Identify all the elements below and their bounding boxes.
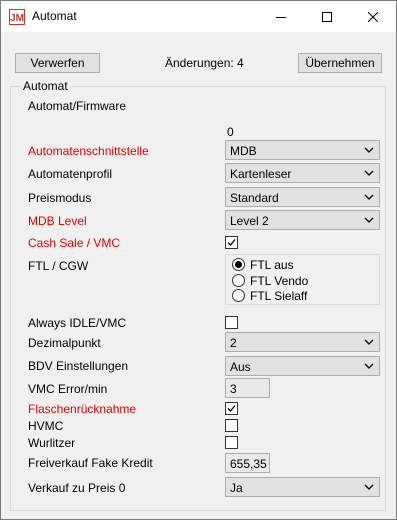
pricemode-select[interactable]: Standard: [225, 187, 380, 207]
interface-select[interactable]: MDB: [225, 140, 380, 160]
app-logo-icon: JM: [9, 9, 25, 25]
decimal-select[interactable]: 2: [225, 332, 380, 352]
radio-selected-dot: [235, 261, 242, 268]
profile-select[interactable]: Kartenleser: [225, 163, 380, 183]
maximize-icon: [322, 11, 332, 22]
minimize-button[interactable]: [258, 1, 304, 32]
sellzero-select[interactable]: Ja: [225, 477, 380, 497]
freevend-input[interactable]: 655,35: [225, 453, 270, 473]
bottlereturn-checkbox[interactable]: [225, 402, 238, 415]
window-title: Automat: [32, 9, 77, 23]
checkmark-icon: [227, 405, 236, 412]
chevron-down-icon: [364, 170, 374, 176]
groupbox-title: Automat: [21, 79, 70, 93]
freevend-label: Freiverkauf Fake Kredit: [28, 456, 153, 470]
chevron-down-icon: [364, 147, 374, 153]
chevron-down-icon: [364, 339, 374, 345]
interface-value: MDB: [230, 144, 257, 158]
maximize-button[interactable]: [304, 1, 350, 32]
firmware-label: Automat/Firmware: [28, 99, 127, 113]
ftl-label: FTL / CGW: [28, 259, 89, 273]
changes-count: Änderungen: 4: [165, 56, 244, 70]
ftl-off-radio[interactable]: [232, 258, 245, 271]
alwaysidle-checkbox[interactable]: [225, 316, 238, 329]
minimize-icon: [276, 16, 286, 18]
wurlitzer-checkbox[interactable]: [225, 436, 238, 449]
hvmc-checkbox[interactable]: [225, 419, 238, 432]
hvmc-label: HVMC: [28, 419, 64, 433]
profile-value: Kartenleser: [230, 167, 292, 181]
svg-text:JM: JM: [10, 13, 24, 24]
ftl-off-label[interactable]: FTL aus: [250, 258, 294, 272]
pricemode-value: Standard: [230, 191, 279, 205]
automat-window: JM Automat Verwerfen Änderungen: 4 Übern…: [0, 0, 397, 520]
ftl-vendo-label[interactable]: FTL Vendo: [250, 274, 308, 288]
close-icon: [368, 11, 378, 22]
profile-label: Automatenprofil: [28, 167, 113, 181]
mdblevel-label: MDB Level: [28, 214, 87, 228]
pricemode-label: Preismodus: [28, 191, 92, 205]
chevron-down-icon: [364, 194, 374, 200]
alwaysidle-label: Always IDLE/VMC: [28, 316, 127, 330]
bdv-select[interactable]: Aus: [225, 356, 380, 376]
close-button[interactable]: [350, 1, 396, 32]
sellzero-value: Ja: [230, 481, 243, 495]
ftl-sielaff-label[interactable]: FTL Sielaff: [250, 289, 307, 303]
chevron-down-icon: [364, 484, 374, 490]
bottlereturn-label: Flaschenrücknahme: [28, 402, 137, 416]
chevron-down-icon: [364, 363, 374, 369]
title-bar[interactable]: JM Automat: [1, 1, 396, 32]
sellzero-label: Verkauf zu Preis 0: [28, 481, 126, 495]
bdv-label: BDV Einstellungen: [28, 359, 129, 373]
mdblevel-select[interactable]: Level 2: [225, 210, 380, 230]
ftl-sielaff-radio[interactable]: [232, 289, 245, 302]
chevron-down-icon: [364, 217, 374, 223]
discard-button[interactable]: Verwerfen: [15, 53, 100, 73]
decimal-label: Dezimalpunkt: [28, 336, 101, 350]
cashsale-checkbox[interactable]: [225, 236, 238, 249]
checkmark-icon: [227, 239, 236, 246]
firmware-value: 0: [227, 125, 234, 139]
interface-label: Automatenschnittstelle: [28, 144, 149, 158]
mdblevel-value: Level 2: [230, 214, 269, 228]
apply-button[interactable]: Übernehmen: [298, 53, 382, 73]
cashsale-label: Cash Sale / VMC: [28, 236, 121, 250]
bdv-value: Aus: [230, 360, 251, 374]
decimal-value: 2: [230, 336, 237, 350]
ftl-vendo-radio[interactable]: [232, 274, 245, 287]
vmcerror-label: VMC Error/min: [28, 382, 108, 396]
vmcerror-input[interactable]: 3: [225, 378, 270, 398]
wurlitzer-label: Wurlitzer: [28, 436, 76, 450]
